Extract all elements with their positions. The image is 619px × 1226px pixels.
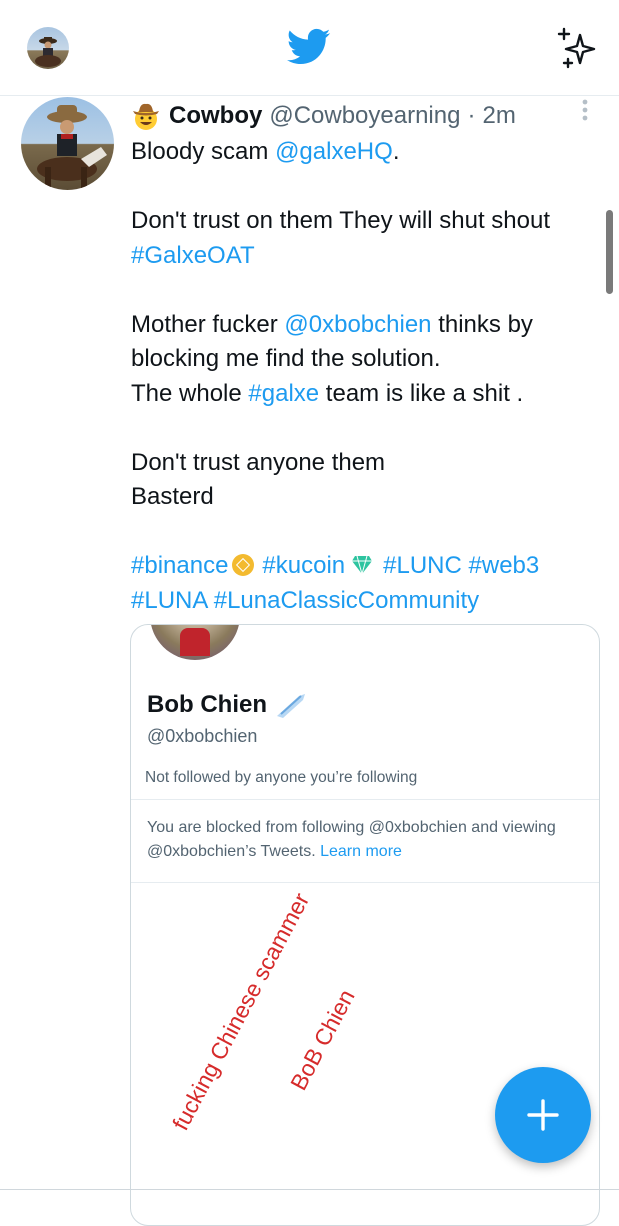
- hashtag-link[interactable]: #kucoin: [262, 552, 345, 579]
- tweet-line: #GalxeOAT: [131, 239, 606, 274]
- tweet-line: #LUNA #LunaClassicCommunity: [131, 584, 606, 619]
- bottom-divider: [0, 1189, 619, 1190]
- card-name-text: Bob Chien: [147, 691, 267, 718]
- comet-emoji: [277, 694, 305, 718]
- tweet-text-segment: .: [392, 138, 400, 165]
- tweet-line: Basterd: [131, 480, 606, 515]
- tweet-text-segment: thinks by: [431, 310, 533, 338]
- follow-info-text: Not followed by anyone you’re following: [145, 769, 418, 786]
- hashtag-link[interactable]: #LUNC: [383, 552, 462, 579]
- card-profile-name: Bob Chien: [147, 691, 307, 719]
- tweet-line: #binance #kucoin #LUNC #web3: [131, 549, 606, 584]
- hashtag-link[interactable]: #GalxeOAT: [131, 242, 255, 269]
- tweet-time[interactable]: 2m: [482, 102, 515, 130]
- plus-icon: [527, 1099, 559, 1131]
- handwritten-annotation-name: BoB Chien: [285, 985, 360, 1095]
- compose-tweet-button[interactable]: [495, 1067, 591, 1163]
- tweet-text-segment: Don't trust anyone them: [131, 448, 386, 476]
- tweet-line: The whole #galxe team is like a shit .: [131, 377, 606, 412]
- tweet-text-segment: Don't trust on them They will shut shout: [131, 207, 551, 234]
- more-options-icon[interactable]: [578, 98, 592, 124]
- scrollbar-thumb[interactable]: [606, 210, 613, 294]
- tweet-body: Bloody scam @galxeHQ. Don't trust on the…: [131, 135, 606, 618]
- hashtag-link[interactable]: #binance: [131, 552, 228, 579]
- author-avatar-figure: [37, 105, 107, 190]
- tweet-text-segment: blocking me find the solution.: [131, 345, 441, 372]
- tweet-text-segment: team is like a shit .: [319, 379, 524, 407]
- tweet-text-segment: Basterd: [131, 483, 214, 510]
- mention-link[interactable]: @0xbobchien: [284, 311, 431, 338]
- author-handle[interactable]: @Cowboyearning: [269, 102, 460, 130]
- card-handle: @0xbobchien: [147, 726, 258, 746]
- gem-emoji: [352, 555, 373, 575]
- hashtag-link[interactable]: #galxe: [248, 380, 319, 407]
- card-divider: [131, 882, 599, 883]
- tweet-line: Don't trust on them They will shut shout: [131, 204, 606, 239]
- binance-coin-emoji: [232, 554, 255, 576]
- top-app-bar: [0, 0, 619, 96]
- tweet-line: blocking me find the solution.: [131, 342, 606, 377]
- tweet-line: Bloody scam @galxeHQ.: [131, 135, 606, 170]
- profile-avatar[interactable]: [27, 27, 69, 69]
- tweet-text-segment: Mother fucker: [131, 310, 285, 338]
- tweet-line: Mother fucker @0xbobchien thinks by: [131, 308, 606, 343]
- bob-chien-avatar: [150, 625, 240, 660]
- hashtag-link[interactable]: #LunaClassicCommunity: [214, 587, 479, 614]
- learn-more-link[interactable]: Learn more: [320, 843, 402, 860]
- handwritten-annotation: fucking Chinese scammer: [167, 888, 315, 1135]
- mention-link[interactable]: @galxeHQ: [275, 138, 393, 165]
- tweet-line: Don't trust anyone them: [131, 446, 606, 481]
- meta-separator: ·: [467, 102, 476, 129]
- cowboy-hat-face-emoji: [131, 101, 161, 131]
- tweet-text-segment: Bloody scam: [131, 138, 276, 165]
- blocked-notice: You are blocked from following @0xbobchi…: [147, 816, 577, 864]
- avatar-figure: [35, 37, 61, 67]
- hashtag-link[interactable]: #LUNA: [131, 587, 207, 614]
- card-divider: [131, 799, 599, 800]
- author-display-name[interactable]: Cowboy: [169, 102, 262, 130]
- tweet-header: Cowboy @Cowboyearning · 2m: [131, 100, 516, 132]
- twitter-bird-icon[interactable]: [287, 28, 331, 66]
- author-avatar[interactable]: [21, 97, 114, 190]
- hashtag-link[interactable]: #web3: [469, 552, 540, 579]
- sparkle-icon[interactable]: [556, 27, 598, 69]
- tweet-text-segment: The whole: [131, 379, 249, 407]
